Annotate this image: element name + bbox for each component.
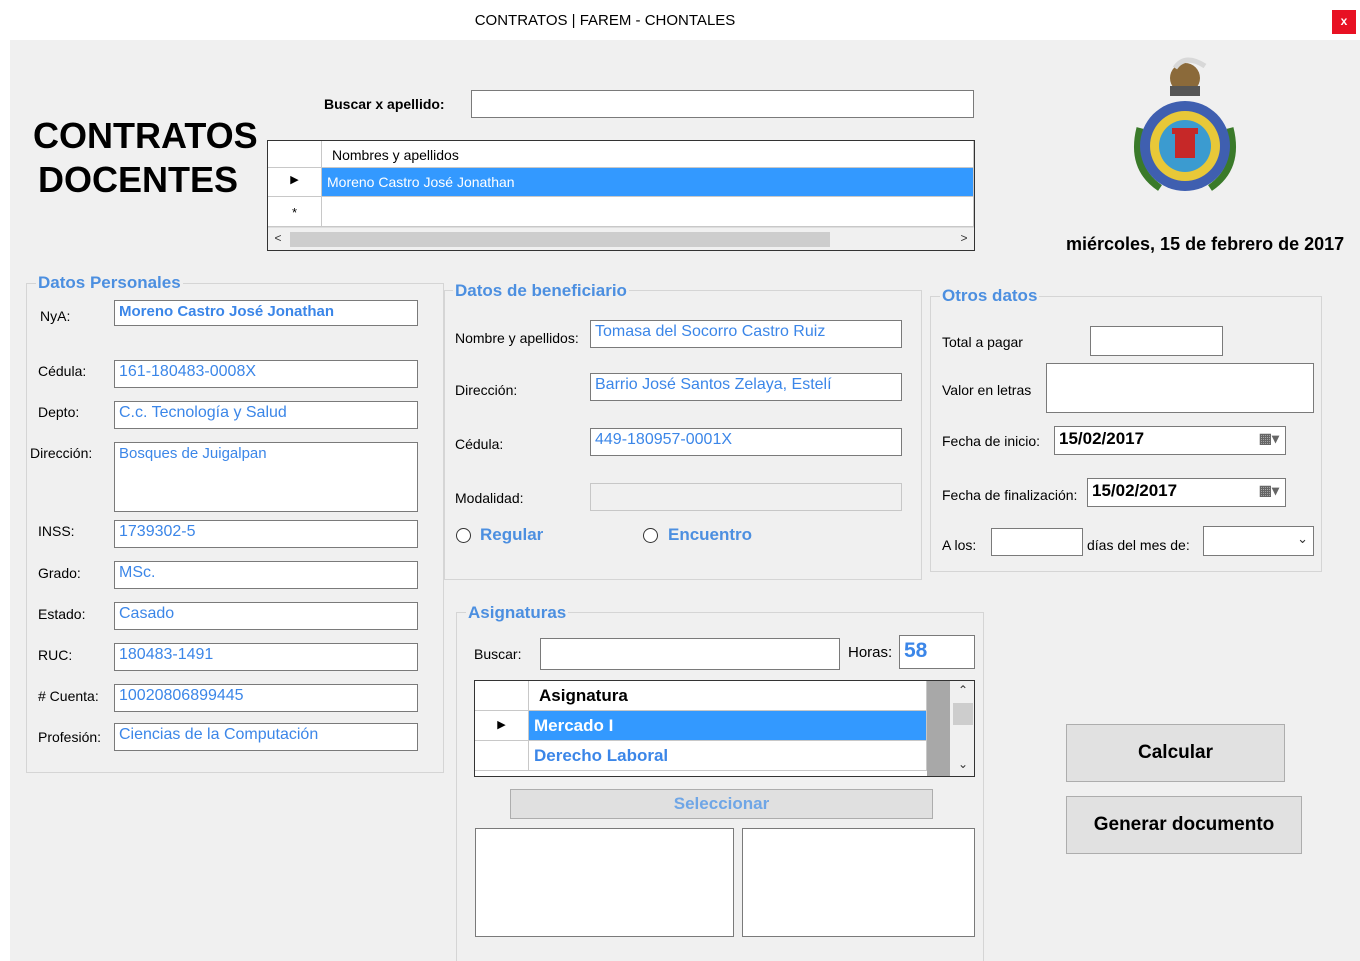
nya-field[interactable]: Moreno Castro José Jonathan [114, 300, 418, 326]
calendar-dropdown-icon[interactable]: ▦▾ [1259, 430, 1279, 447]
vertical-scrollbar[interactable]: ⌃ ⌄ [927, 681, 974, 776]
grado-field[interactable]: MSc. [114, 561, 418, 589]
beneficiary-cedula-label: Cédula: [455, 436, 504, 452]
subjects-legend: Asignaturas [466, 603, 569, 623]
letters-field[interactable] [1046, 363, 1314, 413]
cuenta-label: # Cuenta: [38, 688, 99, 704]
ruc-label: RUC: [38, 647, 73, 663]
total-label: Total a pagar [942, 334, 1023, 350]
other-data-legend: Otros datos [940, 286, 1040, 306]
university-crest-logo [1134, 57, 1236, 191]
scroll-track[interactable] [927, 681, 950, 776]
grado-label: Grado: [38, 565, 81, 581]
scroll-left-icon[interactable]: < [270, 231, 286, 245]
beneficiary-cedula-field[interactable]: 449-180957-0001X [590, 428, 902, 456]
hours-label: Horas: [848, 644, 893, 661]
beneficiary-address-field[interactable]: Barrio José Santos Zelaya, Estelí [590, 373, 902, 401]
close-button[interactable]: x [1332, 10, 1356, 34]
profesion-label: Profesión: [38, 729, 102, 745]
modalidad-label: Modalidad: [455, 490, 524, 506]
column-header-subject[interactable]: Asignatura [529, 681, 927, 711]
page-title-line1: CONTRATOS [33, 115, 258, 156]
selected-subjects-list[interactable] [475, 828, 734, 937]
subject-search-label: Buscar: [474, 646, 522, 662]
selected-hours-list[interactable] [742, 828, 975, 937]
estado-field[interactable]: Casado [114, 602, 418, 630]
grid-corner-header [268, 141, 322, 168]
inss-field[interactable]: 1739302-5 [114, 520, 418, 548]
cuenta-field[interactable]: 10020806899445 [114, 684, 418, 712]
new-row-marker: * [268, 197, 322, 227]
start-date-label: Fecha de inicio: [942, 433, 1041, 449]
encuentro-radio[interactable] [643, 528, 658, 543]
encuentro-radio-label[interactable]: Encuentro [666, 525, 754, 545]
new-row[interactable] [322, 197, 974, 227]
month-label: días del mes de: [1087, 537, 1190, 553]
regular-radio-label[interactable]: Regular [478, 525, 545, 545]
subject-row[interactable]: Derecho Laboral [529, 741, 927, 771]
end-date-value: 15/02/2017 [1092, 481, 1178, 500]
start-date-value: 15/02/2017 [1059, 429, 1145, 448]
nya-label: NyA: [40, 308, 71, 324]
generate-document-button[interactable]: Generar documento [1066, 796, 1302, 854]
scroll-down-icon[interactable]: ⌄ [955, 757, 971, 771]
regular-radio[interactable] [456, 528, 471, 543]
subject-row[interactable]: Mercado I [529, 711, 927, 741]
horizontal-scrollbar[interactable]: < > [268, 227, 974, 250]
current-date: miércoles, 15 de febrero de 2017 [1066, 234, 1345, 254]
alos-label: A los: [942, 537, 977, 553]
total-field[interactable] [1090, 326, 1223, 356]
direccion-field[interactable]: Bosques de Juigalpan [114, 442, 418, 512]
letters-label: Valor en letras [942, 382, 1032, 398]
cedula-field[interactable]: 161-180483-0008X [114, 360, 418, 388]
scroll-thumb[interactable] [953, 703, 973, 725]
alos-field[interactable] [991, 528, 1083, 556]
results-grid: Nombres y apellidos ▶ Moreno Castro José… [267, 140, 975, 251]
personal-data-legend: Datos Personales [36, 273, 183, 293]
end-date-picker[interactable]: 15/02/2017 ▦▾ [1087, 478, 1286, 507]
scroll-thumb[interactable] [290, 232, 830, 247]
row-indicator-icon[interactable]: ▶ [268, 168, 322, 197]
scroll-right-icon[interactable]: > [956, 231, 972, 245]
depto-label: Depto: [38, 404, 80, 420]
cedula-label: Cédula: [38, 363, 87, 379]
beneficiary-name-field[interactable]: Tomasa del Socorro Castro Ruiz [590, 320, 902, 348]
column-header-names[interactable]: Nombres y apellidos [322, 141, 974, 168]
scroll-up-icon[interactable]: ⌃ [955, 683, 971, 697]
inss-label: INSS: [38, 523, 75, 539]
select-subject-button[interactable]: Seleccionar [510, 789, 933, 819]
beneficiary-legend: Datos de beneficiario [453, 281, 629, 301]
profesion-field[interactable]: Ciencias de la Computación [114, 723, 418, 751]
end-date-label: Fecha de finalización: [942, 487, 1078, 503]
depto-field[interactable]: C.c. Tecnología y Salud [114, 401, 418, 429]
month-select[interactable]: ⌄ [1203, 526, 1314, 556]
search-label: Buscar x apellido: [324, 96, 445, 112]
window-title: CONTRATOS | FAREM - CHONTALES [474, 12, 736, 29]
result-row[interactable]: Moreno Castro José Jonathan [322, 168, 974, 197]
chevron-down-icon[interactable]: ⌄ [1297, 531, 1308, 547]
calculate-button[interactable]: Calcular [1066, 724, 1285, 782]
row-header[interactable] [475, 741, 529, 771]
subject-search-input[interactable] [540, 638, 840, 670]
estado-label: Estado: [38, 606, 86, 622]
ruc-field[interactable]: 180483-1491 [114, 643, 418, 671]
page-title-line2: DOCENTES [38, 159, 239, 200]
row-indicator-icon[interactable]: ▶ [475, 711, 529, 741]
search-input[interactable] [471, 90, 974, 118]
direccion-label: Dirección: [30, 445, 93, 461]
beneficiary-address-label: Dirección: [455, 382, 518, 398]
hours-field[interactable]: 58 [899, 635, 975, 669]
subjects-grid: Asignatura ▶ Mercado I Derecho Laboral ⌃… [474, 680, 975, 777]
start-date-picker[interactable]: 15/02/2017 ▦▾ [1054, 426, 1286, 455]
calendar-dropdown-icon[interactable]: ▦▾ [1259, 482, 1279, 499]
beneficiary-name-label: Nombre y apellidos: [455, 330, 579, 346]
grid-corner-header [475, 681, 529, 711]
modalidad-field[interactable] [590, 483, 902, 511]
